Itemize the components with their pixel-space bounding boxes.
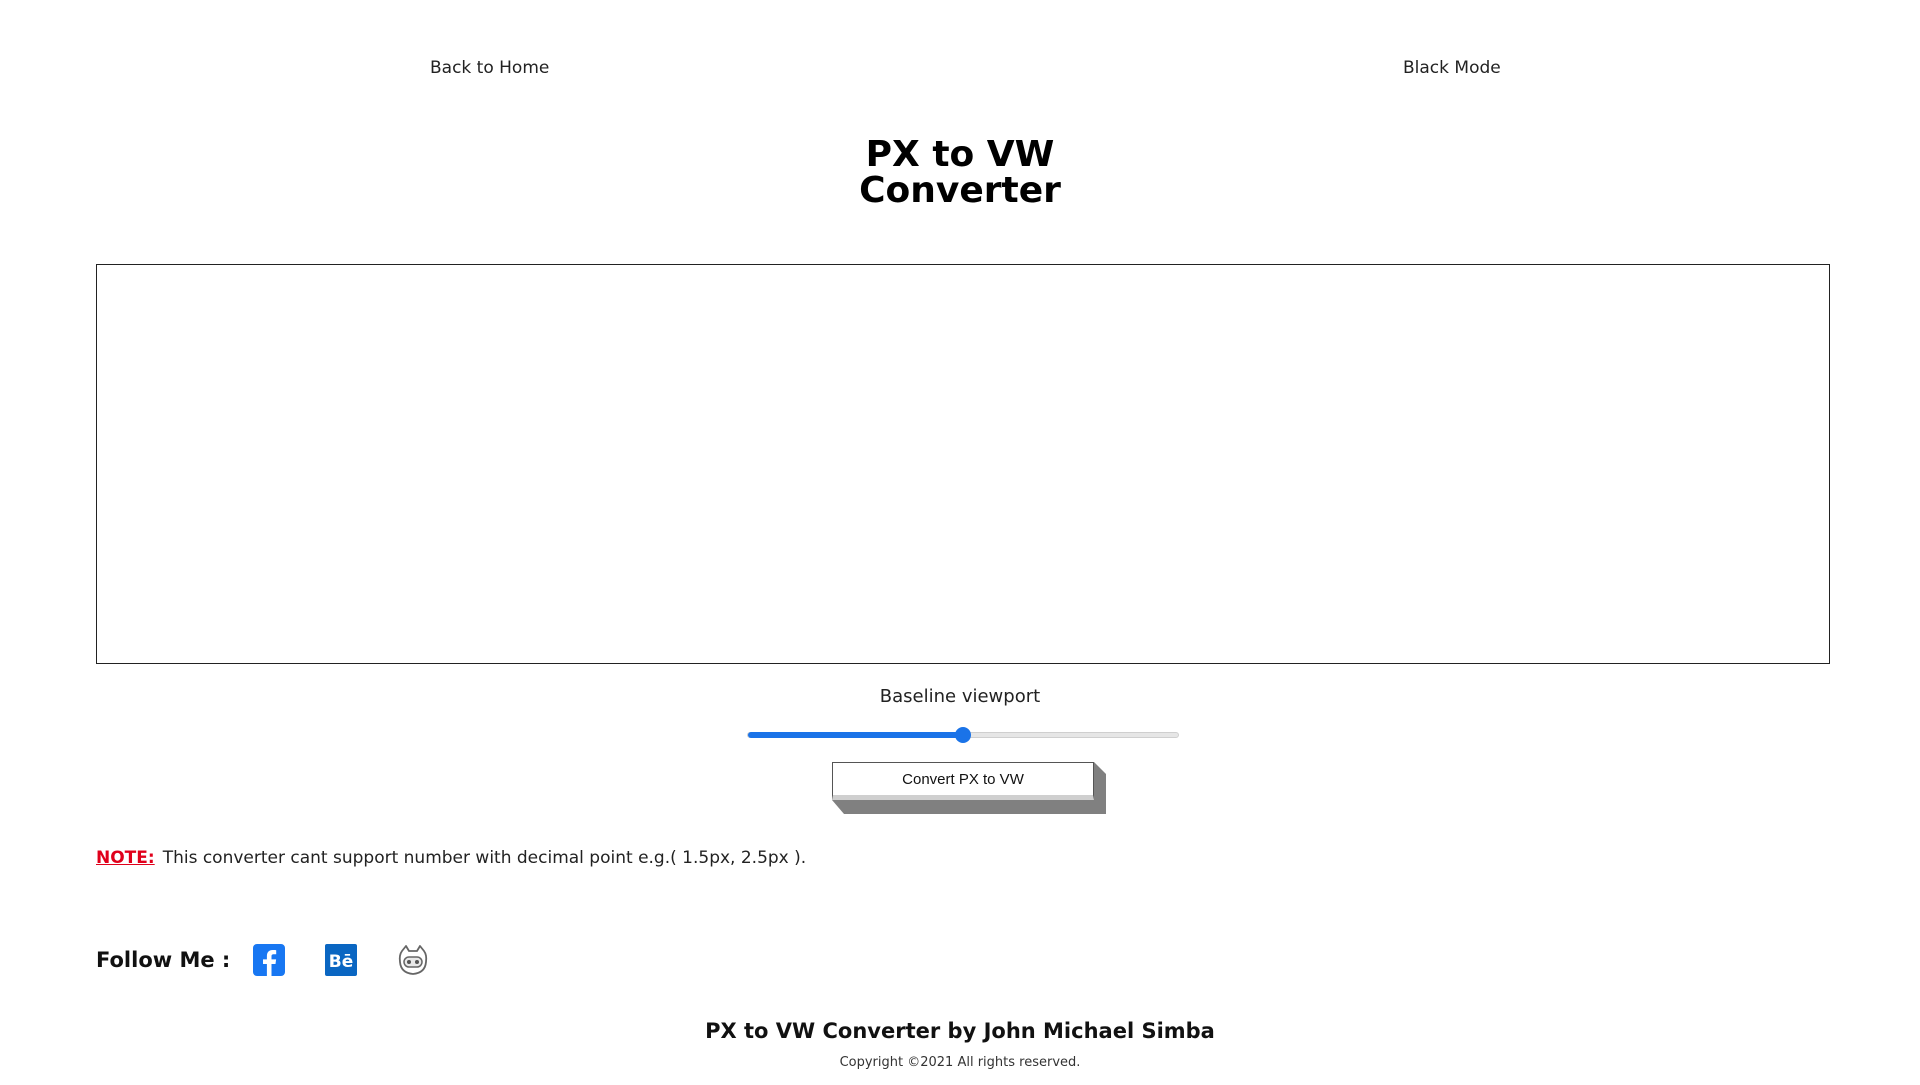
copyright-text: Copyright ©2021 All rights reserved. xyxy=(839,1055,1081,1070)
page-title-line-1: PX to VW xyxy=(865,134,1055,175)
footer-title: PX to VW Converter by John Michael Simba xyxy=(705,1019,1215,1043)
svg-text:Bē: Bē xyxy=(329,952,354,972)
github-icon[interactable] xyxy=(396,943,430,977)
baseline-viewport-slider[interactable] xyxy=(747,727,1179,743)
decimal-note: NOTE: This converter cant support number … xyxy=(96,848,806,868)
page-title-line-2: Converter xyxy=(859,170,1061,211)
back-to-home-link[interactable]: Back to Home xyxy=(430,58,549,78)
page: Back to Home Black Mode PX to VW Convert… xyxy=(0,0,1920,1085)
black-mode-toggle[interactable]: Black Mode xyxy=(1403,58,1501,78)
facebook-icon[interactable] xyxy=(252,943,286,977)
css-input-textarea[interactable] xyxy=(96,264,1830,664)
convert-px-to-vw-button[interactable]: Convert PX to VW xyxy=(832,762,1094,800)
follow-me-label: Follow Me : xyxy=(96,948,231,972)
note-text: This converter cant support number with … xyxy=(162,848,807,868)
slider-thumb[interactable] xyxy=(955,727,971,743)
page-title: PX to VW Converter xyxy=(0,137,1920,209)
slider-fill xyxy=(748,732,963,738)
follow-me-section: Follow Me : Bē xyxy=(96,943,468,977)
convert-button-wrapper: Convert PX to VW xyxy=(832,762,1106,814)
behance-icon[interactable]: Bē xyxy=(324,943,358,977)
note-label: NOTE: xyxy=(96,848,155,868)
baseline-viewport-label: Baseline viewport xyxy=(879,686,1041,707)
